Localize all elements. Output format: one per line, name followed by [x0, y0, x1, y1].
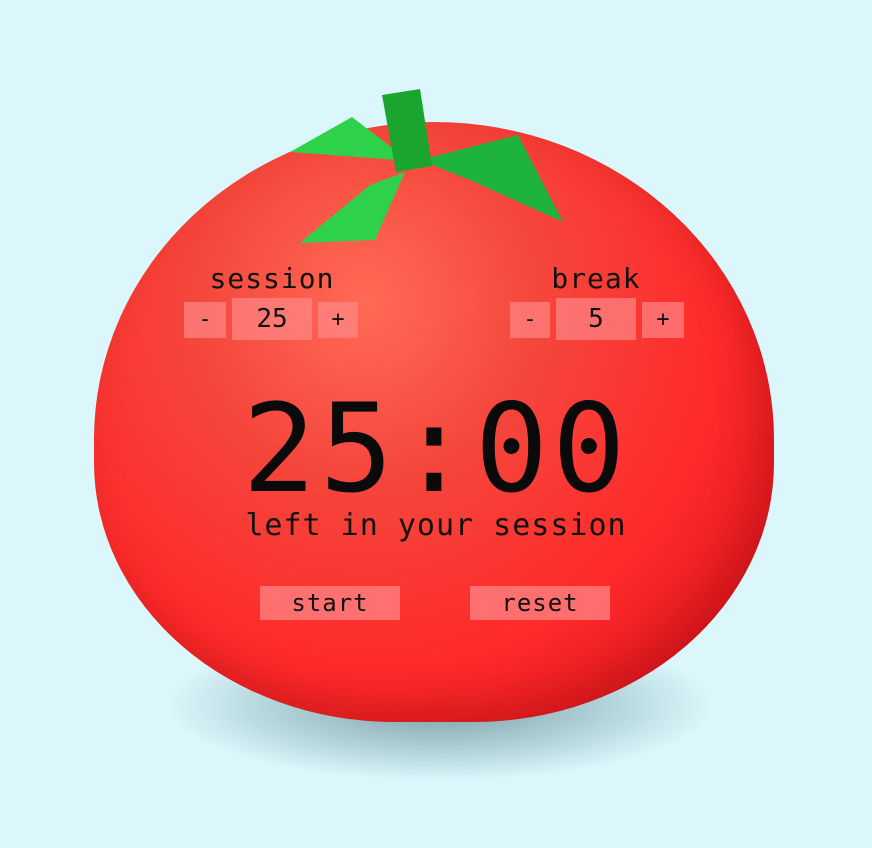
reset-button[interactable]: reset	[470, 586, 610, 620]
break-increment-button[interactable]: +	[642, 302, 684, 338]
leaf-right	[420, 135, 563, 222]
session-value: 25	[232, 298, 312, 340]
timer-display: 25:00	[242, 378, 630, 520]
break-decrement-button[interactable]: -	[510, 302, 550, 338]
session-increment-button[interactable]: +	[318, 302, 358, 338]
break-label: break	[551, 262, 641, 295]
stem-center	[382, 89, 432, 172]
leaf-left-lower	[300, 172, 405, 243]
break-value: 5	[556, 298, 636, 340]
timer-status: left in your session	[245, 508, 627, 543]
start-button[interactable]: start	[260, 586, 400, 620]
session-label: session	[209, 262, 335, 295]
tomato-stem-icon	[290, 89, 563, 243]
leaf-left-upper	[290, 117, 398, 160]
session-decrement-button[interactable]: -	[184, 302, 226, 338]
